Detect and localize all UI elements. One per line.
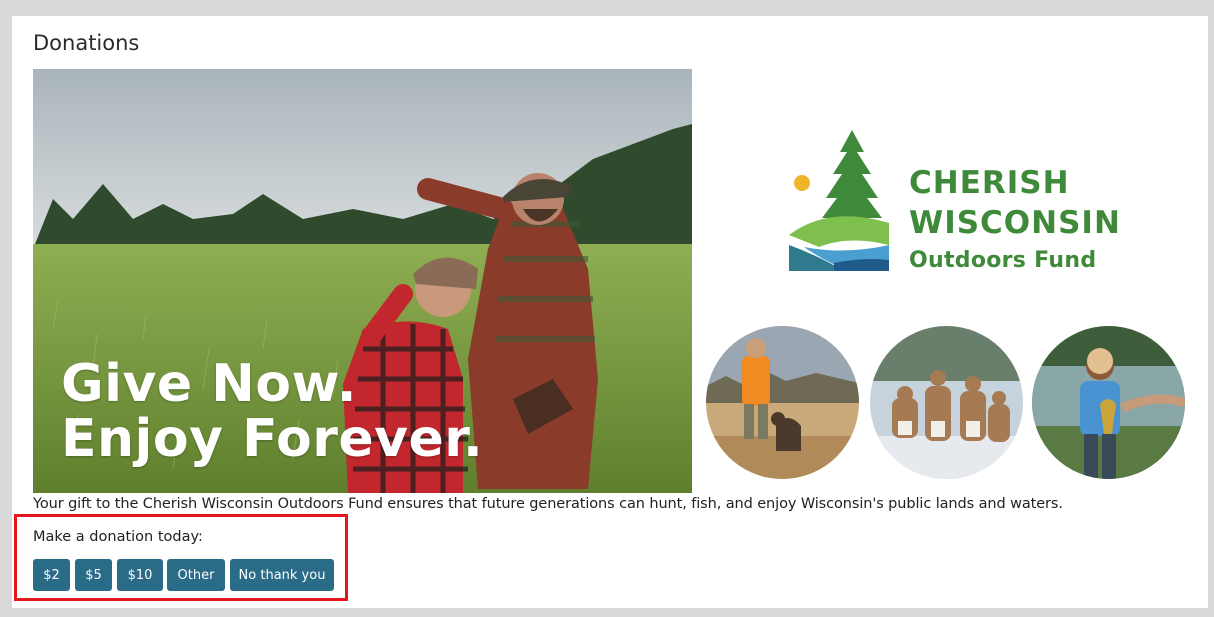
donate-2-button[interactable]: $2	[33, 559, 70, 591]
child-fishing-photo	[1032, 326, 1185, 479]
hunter-with-dog-photo	[706, 326, 859, 479]
section-title: Donations	[33, 31, 140, 55]
donation-prompt: Make a donation today:	[33, 529, 203, 545]
donate-10-button[interactable]: $10	[117, 559, 163, 591]
donate-5-button[interactable]: $5	[75, 559, 112, 591]
logo-text-cherish: CHERISH	[909, 165, 1070, 201]
logo-text-wisconsin: WISCONSIN	[909, 205, 1121, 241]
donate-other-button[interactable]: Other	[167, 559, 225, 591]
tree-river-emblem-icon	[789, 130, 889, 271]
donation-description: Your gift to the Cherish Wisconsin Outdo…	[33, 496, 1063, 512]
logo-text-outdoors-fund: Outdoors Fund	[909, 248, 1097, 273]
deer-herd-photo	[870, 326, 1023, 479]
hero-headline-line-1: Give Now.	[61, 354, 357, 414]
no-thank-you-button[interactable]: No thank you	[230, 559, 334, 591]
hero-image: Give Now. Enjoy Forever.	[33, 69, 692, 493]
hero-headline-line-2: Enjoy Forever.	[61, 409, 484, 469]
